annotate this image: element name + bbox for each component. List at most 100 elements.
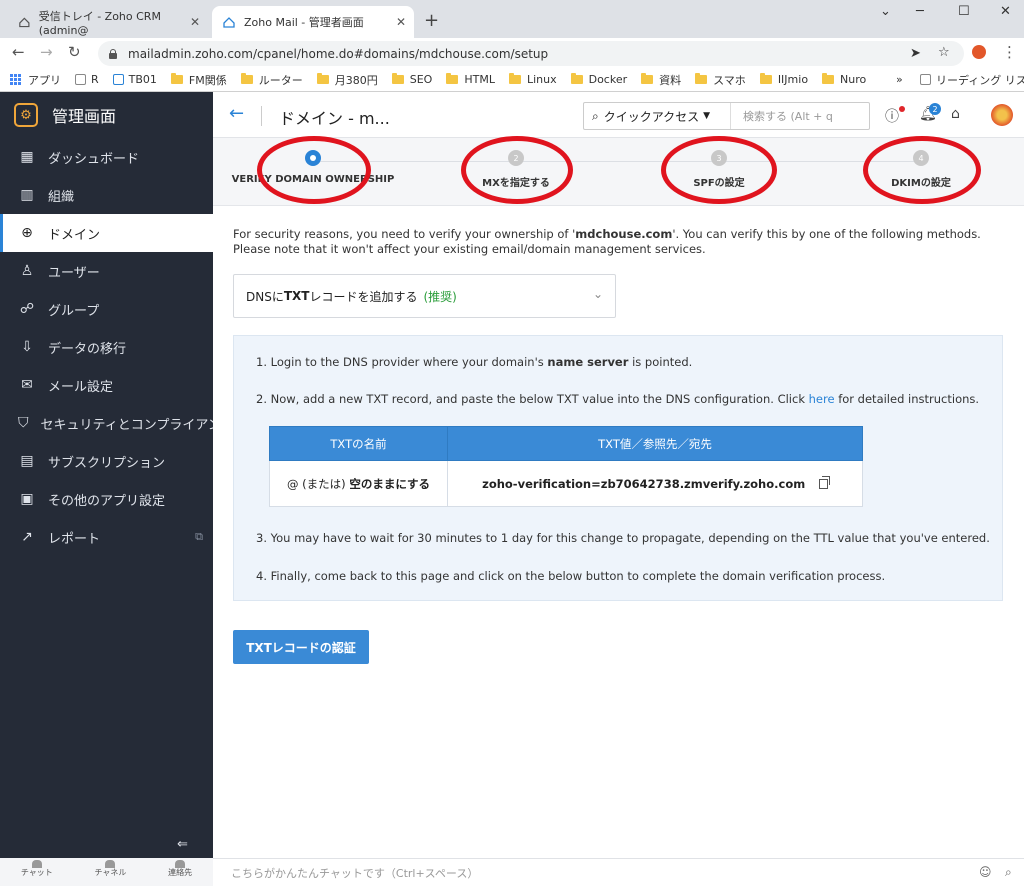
tab-search-icon[interactable]: ⌄ bbox=[880, 4, 891, 19]
quick-access-bar: ⌕ クイックアクセス ▼ 検索する (Alt + q bbox=[583, 102, 870, 130]
back-arrow-icon[interactable]: ← bbox=[229, 103, 244, 124]
user-avatar[interactable] bbox=[991, 104, 1013, 126]
page-icon bbox=[112, 74, 124, 85]
sidebar-item-groups[interactable]: ☍ グループ bbox=[0, 290, 213, 328]
domain-name: mdchouse.com bbox=[575, 227, 673, 241]
reading-list[interactable]: リーディング リスト bbox=[920, 72, 1024, 88]
channels-icon bbox=[105, 860, 116, 868]
folder-icon bbox=[240, 73, 253, 84]
admin-logo-icon: ⚙ bbox=[14, 103, 38, 127]
close-tab-icon[interactable]: ✕ bbox=[190, 15, 200, 29]
copy-icon[interactable] bbox=[818, 476, 830, 489]
profile-avatar-icon[interactable] bbox=[972, 45, 986, 59]
txt-value[interactable]: zoho-verification=zb70642738.zmverify.zo… bbox=[482, 477, 805, 491]
instruction-step-4: 4. Finally, come back to this page and c… bbox=[256, 569, 886, 583]
step-spf[interactable]: 3 SPFの設定 bbox=[619, 150, 819, 189]
browser-tab-title: 受信トレイ - Zoho CRM (admin@ bbox=[38, 9, 161, 37]
bookmark-folder[interactable]: Linux bbox=[508, 73, 557, 86]
maximize-icon[interactable]: ☐ bbox=[958, 4, 970, 19]
bookmark-folder[interactable]: HTML bbox=[446, 73, 495, 86]
chat-icon bbox=[31, 860, 42, 868]
sidebar-item-security[interactable]: ⛉ セキュリティとコンプライアンス bbox=[0, 404, 213, 442]
menu-icon[interactable]: ⋮ bbox=[1002, 43, 1017, 61]
lock-icon bbox=[108, 48, 118, 59]
chat-input[interactable]: こちらがかんたんチャットです（Ctrl+スペース） bbox=[231, 865, 478, 881]
quick-access-dropdown[interactable]: ⌕ クイックアクセス ▼ bbox=[584, 103, 731, 129]
dashboard-icon: ▦ bbox=[20, 149, 34, 165]
table-row: @ (または) 空のままにする zoho-verification=zb7064… bbox=[269, 460, 863, 507]
user-icon: ♙ bbox=[20, 263, 34, 279]
back-icon[interactable]: ← bbox=[12, 43, 25, 61]
apps-icon: ▣ bbox=[20, 491, 34, 507]
step-verify-domain[interactable]: VERIFY DOMAIN OWNERSHIP bbox=[213, 150, 413, 185]
sidebar-footer: チャット チャネル 連絡先 bbox=[0, 858, 213, 886]
more-bookmarks-icon[interactable]: » bbox=[896, 73, 903, 86]
help-icon[interactable]: ⓘ bbox=[885, 106, 899, 126]
footer-chat[interactable]: チャット bbox=[21, 860, 53, 878]
verification-method-select[interactable]: DNSに TXT レコードを追加する (推奨) ⌄ bbox=[233, 274, 616, 318]
sidebar-item-users[interactable]: ♙ ユーザー bbox=[0, 252, 213, 290]
bookmark-star-icon[interactable]: ☆ bbox=[938, 45, 950, 60]
bookmark-tb01[interactable]: TB01 bbox=[112, 73, 157, 86]
main-header: ← ドメイン - m... ⌕ クイックアクセス ▼ 検索する (Alt + q… bbox=[213, 92, 1024, 138]
step-mx[interactable]: 2 MXを指定する bbox=[416, 150, 616, 189]
forward-icon[interactable]: → bbox=[40, 43, 53, 61]
sidebar-header: ⚙ 管理画面 bbox=[0, 92, 213, 138]
browser-tab-mail-admin[interactable]: Zoho Mail - 管理者画面 ✕ bbox=[212, 6, 414, 38]
sidebar-item-reports[interactable]: ↗ レポート ⧉ bbox=[0, 518, 213, 556]
bookmark-folder[interactable]: ルーター bbox=[240, 72, 303, 88]
collapse-sidebar-icon[interactable]: ⇐ bbox=[177, 837, 188, 852]
instruction-step-1: 1. Login to the DNS provider where your … bbox=[256, 355, 693, 369]
search-input[interactable]: 検索する (Alt + q bbox=[731, 108, 833, 124]
folder-icon bbox=[170, 73, 183, 84]
instructions-link[interactable]: here bbox=[809, 392, 835, 406]
zoho-tab-icon bbox=[223, 17, 235, 28]
home-icon[interactable]: ⌂ bbox=[951, 106, 960, 122]
reload-icon[interactable]: ↻ bbox=[68, 43, 81, 61]
globe-icon: ⊕ bbox=[21, 225, 33, 241]
sidebar-item-domains[interactable]: ⊕ ドメイン bbox=[0, 214, 213, 252]
browser-tab-strip: 受信トレイ - Zoho CRM (admin@ ✕ Zoho Mail - 管… bbox=[0, 0, 1024, 38]
migrate-icon: ⇩ bbox=[21, 339, 33, 355]
close-window-icon[interactable]: ✕ bbox=[1000, 4, 1011, 19]
bookmark-folder[interactable]: スマホ bbox=[695, 72, 746, 88]
chat-search-icon[interactable]: ⌕ bbox=[1005, 865, 1012, 880]
minimize-icon[interactable]: ─ bbox=[916, 4, 924, 19]
folder-icon bbox=[570, 73, 583, 84]
close-tab-icon[interactable]: ✕ bbox=[396, 15, 406, 29]
step-dkim[interactable]: 4 DKIMの設定 bbox=[821, 150, 1021, 189]
new-tab-icon[interactable]: + bbox=[424, 10, 439, 31]
verify-txt-button[interactable]: TXTレコードの認証 bbox=[233, 630, 369, 664]
mail-settings-icon: ✉ bbox=[21, 377, 33, 393]
search-icon: ⌕ bbox=[592, 108, 599, 123]
sidebar-item-migration[interactable]: ⇩ データの移行 bbox=[0, 328, 213, 366]
bookmark-folder[interactable]: Docker bbox=[570, 73, 627, 86]
bot-icon[interactable]: ☺ bbox=[979, 865, 992, 879]
page-title: ドメイン - m... bbox=[279, 109, 390, 128]
sidebar-item-mail-settings[interactable]: ✉ メール設定 bbox=[0, 366, 213, 404]
address-bar[interactable]: mailadmin.zoho.com/cpanel/home.do#domain… bbox=[98, 41, 964, 66]
browser-tab-crm[interactable]: 受信トレイ - Zoho CRM (admin@ ✕ bbox=[8, 6, 208, 38]
bookmark-folder[interactable]: IIJmio bbox=[759, 73, 808, 86]
step-indicator: 4 bbox=[913, 150, 929, 166]
divider bbox=[261, 106, 262, 126]
footer-contacts[interactable]: 連絡先 bbox=[168, 860, 192, 878]
send-icon[interactable]: ➤ bbox=[910, 46, 921, 61]
sidebar-item-other-apps[interactable]: ▣ その他のアプリ設定 bbox=[0, 480, 213, 518]
bookmark-folder[interactable]: FM関係 bbox=[170, 72, 227, 88]
sidebar-item-organization[interactable]: ▥ 組織 bbox=[0, 176, 213, 214]
sidebar-item-dashboard[interactable]: ▦ ダッシュボード bbox=[0, 138, 213, 176]
bookmark-folder[interactable]: 資料 bbox=[641, 72, 681, 88]
shield-icon: ⛉ bbox=[18, 415, 29, 431]
bookmark-folder[interactable]: 月380円 bbox=[316, 72, 378, 88]
bookmark-r[interactable]: R bbox=[75, 73, 99, 86]
bookmark-folder[interactable]: SEO bbox=[391, 73, 432, 86]
bookmark-folder[interactable]: Nuro bbox=[822, 73, 866, 86]
sidebar-item-subscription[interactable]: ▤ サブスクリプション bbox=[0, 442, 213, 480]
external-link-icon[interactable]: ⧉ bbox=[195, 530, 203, 544]
footer-channels[interactable]: チャネル bbox=[95, 860, 126, 878]
admin-sidebar: ⚙ 管理画面 ▦ ダッシュボード ▥ 組織 ⊕ ドメイン ♙ ユーザー ☍ グル… bbox=[0, 92, 213, 886]
bookmark-apps[interactable]: アプリ bbox=[10, 72, 61, 88]
intro-text: For security reasons, you need to verify… bbox=[233, 227, 981, 256]
step-indicator: 2 bbox=[508, 150, 524, 166]
